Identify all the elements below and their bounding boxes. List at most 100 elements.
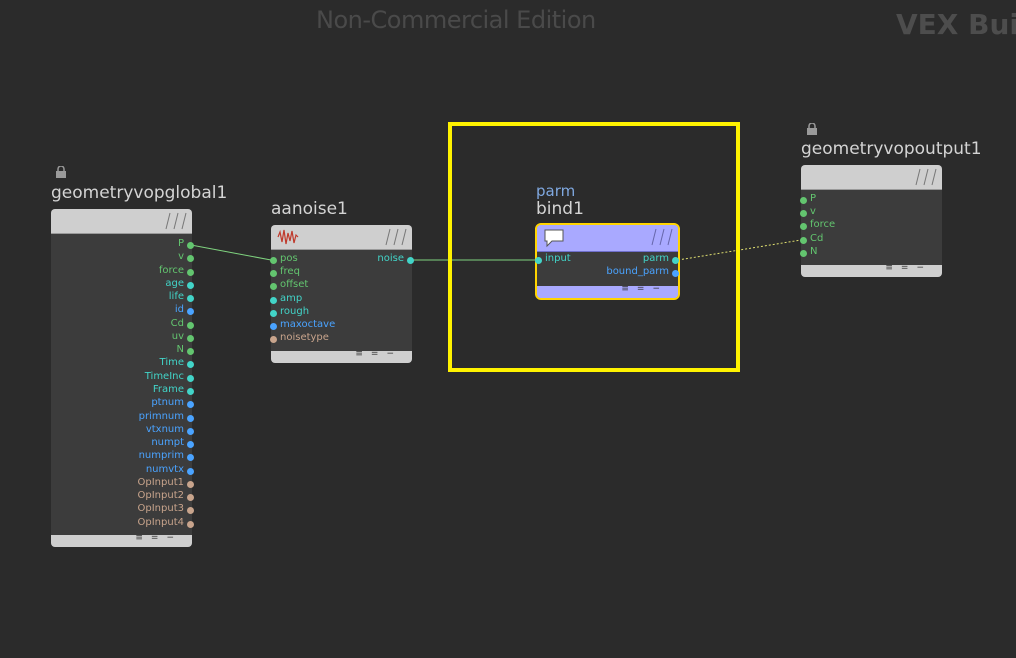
global-output-port[interactable]: numprim: [64, 450, 194, 462]
port-label: maxoctave: [280, 319, 336, 330]
noise-input-port[interactable]: offset: [270, 279, 308, 291]
global-output-port[interactable]: numpt: [64, 437, 194, 449]
port-connector[interactable]: [800, 197, 807, 204]
global-output-port[interactable]: Cd: [64, 317, 194, 329]
port-label: Frame: [152, 383, 184, 395]
lock-icon[interactable]: [55, 166, 67, 178]
port-label: OpInput3: [137, 503, 184, 515]
global-output-port[interactable]: id: [64, 304, 194, 316]
global-output-port[interactable]: OpInput3: [64, 503, 194, 515]
node-name: aanoise1: [271, 199, 348, 219]
hatch-icon: [915, 168, 937, 186]
port-connector[interactable]: [270, 323, 277, 330]
node-header[interactable]: [801, 165, 942, 190]
global-output-port[interactable]: vtxnum: [64, 424, 194, 435]
port-label: noisetype: [280, 332, 329, 344]
global-output-port[interactable]: v: [64, 251, 194, 263]
port-connector[interactable]: [535, 257, 542, 264]
port-label: N: [176, 344, 184, 356]
noise-input-port[interactable]: maxoctave: [270, 319, 336, 330]
port-connector[interactable]: [672, 270, 679, 277]
node-footer[interactable]: ≡=−: [801, 263, 942, 277]
node-footer[interactable]: ≡=−: [51, 533, 192, 547]
lock-icon[interactable]: [806, 123, 818, 135]
output-input-port[interactable]: N: [800, 245, 818, 257]
port-connector[interactable]: [187, 467, 194, 475]
global-output-port[interactable]: primnum: [64, 410, 194, 422]
port-connector[interactable]: [187, 480, 194, 488]
bind-output-port[interactable]: bound_parm: [589, 266, 679, 277]
node-header[interactable]: [271, 225, 412, 250]
global-output-port[interactable]: OpInput2: [64, 490, 194, 502]
node-header[interactable]: [51, 209, 192, 234]
port-label: force: [158, 264, 184, 276]
port-label: numprim: [138, 450, 184, 462]
port-label: noise: [377, 253, 404, 264]
global-output-port[interactable]: N: [64, 344, 194, 356]
port-label: Cd: [170, 317, 184, 329]
output-input-port[interactable]: force: [800, 219, 836, 231]
output-input-port[interactable]: v: [800, 206, 816, 218]
port-connector[interactable]: [187, 242, 194, 249]
noise-input-port[interactable]: pos: [270, 253, 298, 264]
port-label: TimeInc: [144, 370, 184, 382]
port-connector[interactable]: [672, 257, 679, 264]
port-connector[interactable]: [187, 414, 194, 422]
node-footer[interactable]: ≡=−: [271, 349, 412, 363]
port-connector[interactable]: [187, 281, 194, 289]
noise-input-port[interactable]: freq: [270, 266, 300, 278]
port-connector[interactable]: [407, 257, 414, 264]
noise-input-port[interactable]: amp: [270, 292, 303, 304]
port-label: N: [810, 245, 818, 257]
global-output-port[interactable]: P: [64, 238, 194, 249]
hatch-icon: [165, 212, 187, 230]
noise-input-port[interactable]: noisetype: [270, 332, 329, 344]
global-output-port[interactable]: force: [64, 264, 194, 276]
global-output-port[interactable]: OpInput4: [64, 517, 194, 528]
port-connector[interactable]: [187, 268, 194, 276]
port-label: primnum: [138, 410, 184, 422]
node-name: geometryvopglobal1: [51, 183, 228, 203]
output-input-port[interactable]: Cd: [800, 233, 823, 244]
port-connector[interactable]: [270, 257, 277, 264]
port-label: amp: [280, 292, 303, 304]
port-connector[interactable]: [187, 387, 194, 395]
port-connector[interactable]: [270, 309, 277, 317]
global-output-port[interactable]: ptnum: [64, 397, 194, 409]
output-input-port[interactable]: P: [800, 193, 817, 204]
global-output-port[interactable]: Frame: [64, 383, 194, 395]
port-label: OpInput2: [137, 490, 184, 502]
port-label: bound_parm: [606, 266, 669, 277]
port-connector[interactable]: [270, 296, 277, 304]
port-label: P: [810, 193, 817, 204]
noise-output-port[interactable]: noise: [344, 253, 414, 264]
global-output-port[interactable]: OpInput1: [64, 477, 194, 488]
noise-input-port[interactable]: rough: [270, 306, 309, 317]
port-connector[interactable]: [187, 374, 194, 382]
port-label: life: [168, 291, 184, 303]
port-connector[interactable]: [187, 334, 194, 342]
node-footer[interactable]: ≡=−: [537, 284, 678, 298]
global-output-port[interactable]: age: [64, 277, 194, 289]
global-output-port[interactable]: life: [64, 291, 194, 303]
port-label: age: [165, 277, 184, 289]
port-connector[interactable]: [187, 520, 194, 528]
port-label: id: [174, 304, 184, 316]
port-connector[interactable]: [187, 427, 194, 435]
port-label: parm: [642, 253, 669, 264]
global-output-port[interactable]: Time: [64, 357, 194, 369]
wire-p-to-pos[interactable]: [190, 244, 272, 261]
footer-icons: ≡=−: [885, 263, 932, 273]
port-connector[interactable]: [800, 249, 807, 257]
port-connector[interactable]: [187, 441, 194, 449]
speech-bubble-icon: [544, 229, 564, 248]
global-output-port[interactable]: numvtx: [64, 464, 194, 475]
global-output-port[interactable]: TimeInc: [64, 370, 194, 382]
global-output-port[interactable]: uv: [64, 331, 194, 342]
bind-input-port[interactable]: input: [535, 253, 571, 264]
bind-output-port[interactable]: parm: [589, 253, 679, 264]
port-connector[interactable]: [187, 321, 194, 329]
port-connector[interactable]: [800, 236, 807, 244]
node-header[interactable]: [537, 225, 678, 252]
port-label: force: [810, 219, 836, 231]
